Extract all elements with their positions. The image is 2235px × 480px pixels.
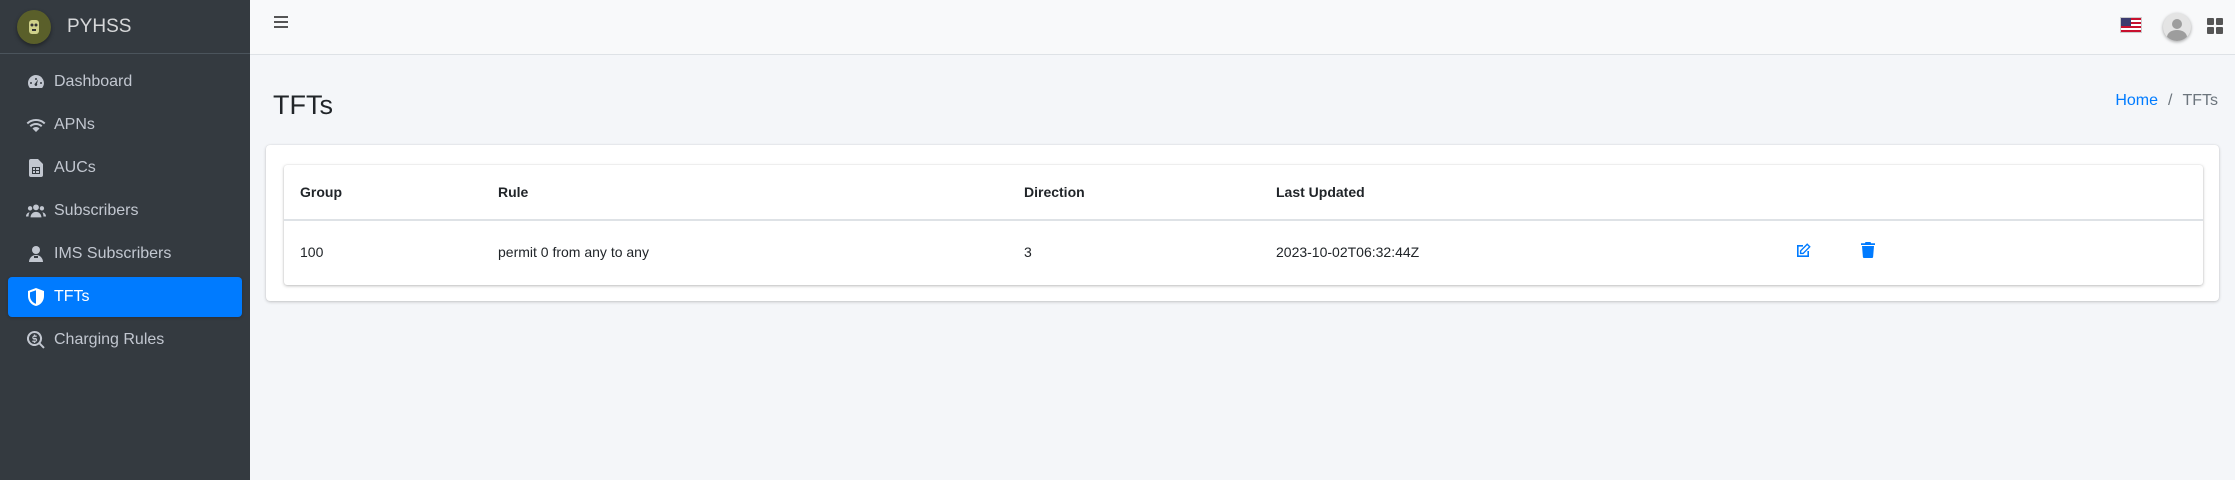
menu-toggle-icon[interactable] (274, 16, 288, 30)
sidebar-item-label: Subscribers (54, 202, 139, 219)
column-header-group[interactable]: Group (284, 165, 482, 221)
shield-icon (26, 287, 46, 307)
sidebar-item-ims-subscribers[interactable]: IMS Subscribers (8, 234, 242, 274)
top-navbar (250, 0, 2235, 55)
cell-direction: 3 (1024, 243, 1032, 260)
sidebar-item-label: Charging Rules (54, 331, 165, 348)
column-header-rule[interactable]: Rule (482, 165, 1008, 221)
trash-icon[interactable] (1861, 242, 1877, 258)
cell-delete (1845, 220, 2203, 282)
brand-name: PYHSS (67, 15, 132, 37)
breadcrumb-separator: / (2168, 92, 2173, 109)
column-header-direction[interactable]: Direction (1008, 165, 1260, 221)
table-row: 100 permit 0 from any to any 3 2023-10-0… (284, 220, 2203, 282)
cell-last-updated: 2023-10-02T06:32:44Z (1276, 243, 1420, 260)
breadcrumb-home-link[interactable]: Home (2115, 92, 2158, 110)
sidebar-item-label: APNs (54, 116, 95, 133)
sidebar-item-label: TFTs (54, 288, 90, 305)
sidebar-nav: Dashboard APNs AUCs Subscribers IMS Subs… (0, 54, 250, 360)
tft-card: Group Rule Direction Last Updated 100 pe… (266, 145, 2219, 301)
content-header: TFTs (273, 90, 333, 121)
sidebar-item-label: Dashboard (54, 73, 133, 90)
column-header-last-updated[interactable]: Last Updated (1260, 165, 1780, 221)
sidebar-item-aucs[interactable]: AUCs (8, 148, 242, 188)
tft-table-container: Group Rule Direction Last Updated 100 pe… (284, 165, 2203, 285)
cell-group: 100 (300, 243, 324, 260)
cell-rule: permit 0 from any to any (498, 243, 649, 260)
edit-icon[interactable] (1796, 242, 1812, 258)
sidebar-item-label: IMS Subscribers (54, 245, 172, 262)
wifi-icon (26, 115, 46, 135)
user-avatar[interactable] (2163, 13, 2191, 41)
sidebar-item-subscribers[interactable]: Subscribers (8, 191, 242, 231)
sidebar-item-tfts[interactable]: TFTs (8, 277, 242, 317)
sidebar-item-dashboard[interactable]: Dashboard (8, 62, 242, 102)
grid-icon[interactable] (2207, 18, 2223, 34)
page-title: TFTs (273, 90, 333, 120)
cell-edit (1780, 220, 1845, 282)
search-dollar-icon (26, 330, 46, 350)
column-header-delete (1845, 165, 2203, 221)
sidebar-item-charging-rules[interactable]: Charging Rules (8, 320, 242, 360)
sidebar-item-apns[interactable]: APNs (8, 105, 242, 145)
sim-card-icon (26, 158, 46, 178)
sidebar-item-label: AUCs (54, 159, 96, 176)
user-icon (26, 244, 46, 264)
us-flag-icon[interactable] (2120, 17, 2142, 33)
column-header-edit (1780, 165, 1845, 221)
breadcrumb: Home / TFTs (2115, 92, 2218, 110)
brand-link[interactable]: PYHSS (0, 0, 250, 54)
users-icon (26, 201, 46, 221)
tft-table: Group Rule Direction Last Updated 100 pe… (284, 165, 2203, 282)
sidebar: PYHSS Dashboard APNs AUCs Subscribers IM… (0, 0, 250, 480)
dashboard-icon (26, 72, 46, 92)
breadcrumb-current: TFTs (2182, 92, 2218, 109)
brand-logo (17, 9, 51, 44)
table-header-row: Group Rule Direction Last Updated (284, 165, 2203, 221)
